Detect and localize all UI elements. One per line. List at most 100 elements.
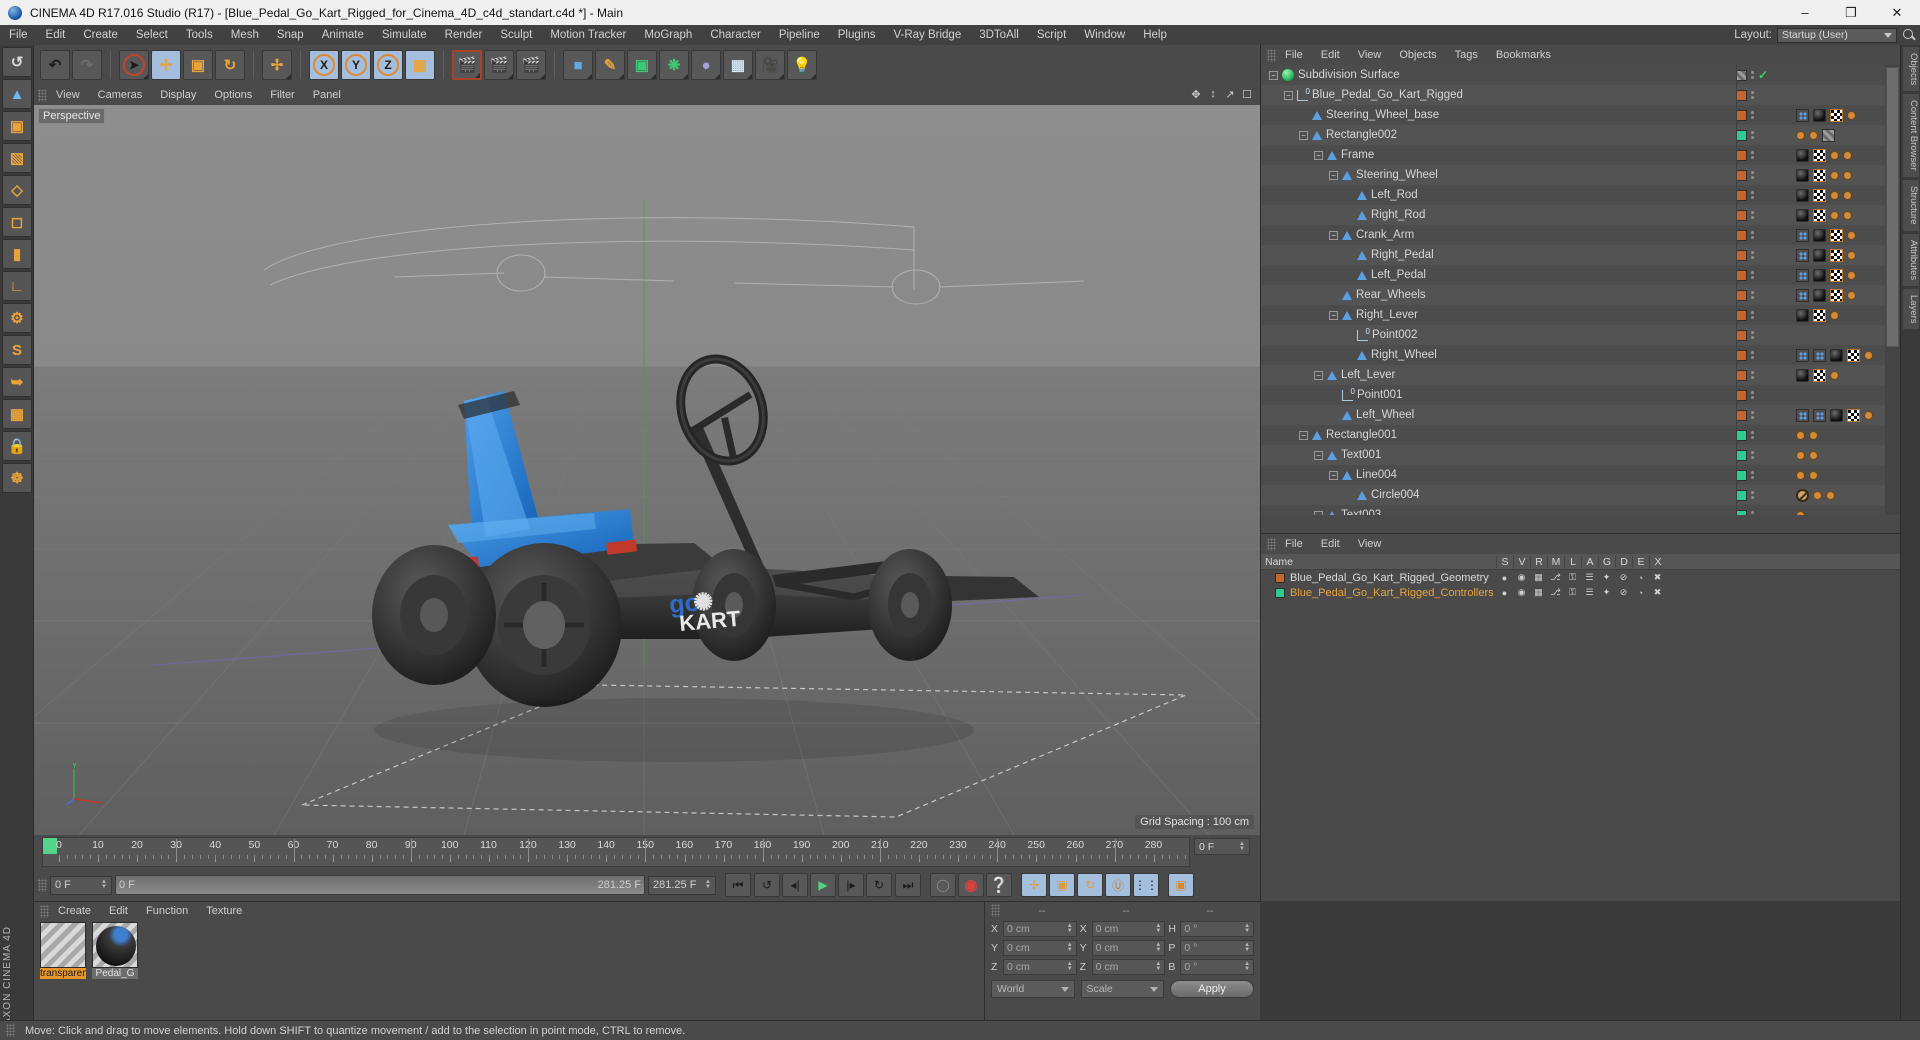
viewport-menu-panel[interactable]: Panel xyxy=(304,85,350,105)
position-key-icon[interactable]: ✢ xyxy=(1021,873,1047,897)
visibility-dots-icon[interactable] xyxy=(1751,291,1754,299)
object-tree-row[interactable]: Point001 xyxy=(1261,385,1885,405)
object-menu-file[interactable]: File xyxy=(1276,49,1312,61)
object-row-name-group[interactable]: − Steering_Wheel xyxy=(1329,165,1438,185)
rotation-b-field[interactable]: 0 ° ▲ ▼ xyxy=(1180,958,1255,975)
material-item[interactable]: transparent xyxy=(40,922,86,979)
layer-solo-toggle[interactable]: ● xyxy=(1496,588,1513,598)
xpresso-dot-tag-icon[interactable] xyxy=(1847,270,1856,280)
visibility-dots-icon[interactable] xyxy=(1751,511,1754,515)
layer-name-cell[interactable]: Blue_Pedal_Go_Kart_Rigged_Controllers xyxy=(1261,587,1496,599)
layer-color-swatch[interactable] xyxy=(1736,109,1747,121)
record-active-objects-button[interactable]: ◯ xyxy=(930,873,956,897)
material-menu-texture[interactable]: Texture xyxy=(197,905,251,917)
layer-color-swatch[interactable] xyxy=(1736,289,1747,301)
go-to-start-button[interactable]: ⏮ xyxy=(725,873,751,897)
visibility-dots-icon[interactable] xyxy=(1751,311,1754,319)
grid-icon[interactable]: ▦ xyxy=(2,399,32,429)
add-spline-button[interactable]: ✎ xyxy=(595,50,625,80)
lock-x-axis-button[interactable]: X xyxy=(309,50,339,80)
menu-snap[interactable]: Snap xyxy=(268,25,313,45)
object-tree-row[interactable]: − Rectangle001 xyxy=(1261,425,1885,445)
position-y-field[interactable]: 0 cm ▲ ▼ xyxy=(1003,939,1077,956)
panel-grip-icon[interactable] xyxy=(40,904,49,918)
material-preview-swatch[interactable] xyxy=(92,922,138,968)
layer-menu-file[interactable]: File xyxy=(1276,538,1312,550)
rail-tab-layers[interactable]: Layers xyxy=(1902,287,1920,331)
viewport-solo-icon[interactable]: ☸ xyxy=(2,463,32,493)
xpresso-dot-tag-icon[interactable] xyxy=(1830,310,1839,320)
menu-3dtoall[interactable]: 3DToAll xyxy=(970,25,1028,45)
visibility-dots-icon[interactable] xyxy=(1751,271,1754,279)
hatched-tag-icon[interactable] xyxy=(1822,128,1835,142)
xpresso-dot-tag-icon[interactable] xyxy=(1830,210,1839,220)
menu-edit[interactable]: Edit xyxy=(37,25,75,45)
xpresso-tag-icon[interactable] xyxy=(1796,108,1809,122)
layer-name-cell[interactable]: Blue_Pedal_Go_Kart_Rigged_Geometry xyxy=(1261,572,1496,584)
model-mode-icon[interactable]: ▣ xyxy=(2,111,32,141)
uv-tag-icon[interactable] xyxy=(1813,308,1826,322)
layer-lock-toggle[interactable]: ⚿ xyxy=(1564,587,1581,598)
panel-grip-icon[interactable] xyxy=(1267,48,1276,62)
visibility-dots-icon[interactable] xyxy=(1751,451,1754,459)
xpresso-dot-tag-icon[interactable] xyxy=(1847,110,1856,120)
make-editable-icon[interactable]: ▲ xyxy=(2,79,32,109)
menu-mograph[interactable]: MoGraph xyxy=(635,25,701,45)
object-row-name-group[interactable]: Left_Wheel xyxy=(1329,405,1414,425)
visibility-dots-icon[interactable] xyxy=(1751,71,1754,79)
rotation-h-field[interactable]: 0 ° ▲ ▼ xyxy=(1180,920,1255,937)
layer-column-name[interactable]: Name xyxy=(1261,556,1496,568)
object-tree-row[interactable]: − Subdivision Surface ✓ xyxy=(1261,65,1885,85)
uv-tag-icon[interactable] xyxy=(1813,168,1826,182)
layer-color-swatch[interactable] xyxy=(1736,349,1747,361)
polygons-mode-icon[interactable]: ▮ xyxy=(2,239,32,269)
material-tag-icon[interactable] xyxy=(1813,268,1826,282)
layer-visible-toggle[interactable]: ◉ xyxy=(1513,572,1530,583)
layer-color-swatch[interactable] xyxy=(1736,89,1747,101)
start-frame-field[interactable]: 0 F ▲ ▼ xyxy=(50,875,112,895)
visibility-dots-icon[interactable] xyxy=(1751,191,1754,199)
xpresso-tag-icon[interactable] xyxy=(1796,348,1809,362)
viewport-3d-canvas[interactable]: Perspective Left Wheel Rotation Right Wh… xyxy=(34,105,1260,835)
expander-toggle[interactable]: − xyxy=(1314,150,1323,160)
xpresso-dot-tag-icon[interactable] xyxy=(1796,470,1805,480)
texture-mode-icon[interactable]: ▧ xyxy=(2,143,32,173)
layer-render-toggle[interactable]: ▦ xyxy=(1530,587,1547,598)
visibility-dots-icon[interactable] xyxy=(1751,411,1754,419)
object-row-name-group[interactable]: − Crank_Arm xyxy=(1329,225,1414,245)
object-tree-row[interactable]: Steering_Wheel_base xyxy=(1261,105,1885,125)
object-row-name-group[interactable]: Point001 xyxy=(1329,385,1402,405)
layer-animation-toggle[interactable]: ☰ xyxy=(1581,572,1598,583)
panel-grip-icon[interactable] xyxy=(38,88,47,102)
layer-row[interactable]: Blue_Pedal_Go_Kart_Rigged_Geometry ● ◉ ▦ ⎇ ⚿ ☰… xyxy=(1261,570,1900,585)
enable-axis-icon[interactable]: ➥ xyxy=(2,367,32,397)
search-icon[interactable] xyxy=(1902,28,1916,42)
visibility-dots-icon[interactable] xyxy=(1751,331,1754,339)
layer-color-swatch[interactable] xyxy=(1736,409,1747,421)
object-row-name-group[interactable]: − Text003 xyxy=(1314,505,1381,515)
uv-tag-icon[interactable] xyxy=(1813,148,1826,162)
maximize-viewport-icon[interactable]: ☐ xyxy=(1240,87,1254,101)
menu-file[interactable]: File xyxy=(0,25,37,45)
xpresso-dot-tag-icon[interactable] xyxy=(1809,450,1818,460)
panel-grip-icon[interactable] xyxy=(991,904,1000,917)
object-row-name-group[interactable]: − Text001 xyxy=(1314,445,1381,465)
xpresso-dot-tag-icon[interactable] xyxy=(1843,170,1852,180)
material-tag-icon[interactable] xyxy=(1796,308,1809,322)
dolly-icon[interactable]: ↕ xyxy=(1206,87,1220,101)
menu-simulate[interactable]: Simulate xyxy=(373,25,436,45)
scale-tool-button[interactable]: ▣ xyxy=(183,50,213,80)
viewport-menu-cameras[interactable]: Cameras xyxy=(89,85,152,105)
material-menu-function[interactable]: Function xyxy=(137,905,197,917)
menu-mesh[interactable]: Mesh xyxy=(222,25,268,45)
rail-tab-content-browser[interactable]: Content Browser xyxy=(1902,93,1920,178)
position-x-field[interactable]: 0 cm ▲ ▼ xyxy=(1003,920,1077,937)
visibility-dots-icon[interactable] xyxy=(1751,471,1754,479)
object-tree-row[interactable]: Rear_Wheels xyxy=(1261,285,1885,305)
object-tree-row[interactable]: Right_Rod xyxy=(1261,205,1885,225)
menu-window[interactable]: Window xyxy=(1075,25,1134,45)
xpresso-dot-tag-icon[interactable] xyxy=(1830,170,1839,180)
object-tree-row[interactable]: Point002 xyxy=(1261,325,1885,345)
object-tree-row[interactable]: − Blue_Pedal_Go_Kart_Rigged xyxy=(1261,85,1885,105)
uv-tag-icon[interactable] xyxy=(1813,368,1826,382)
